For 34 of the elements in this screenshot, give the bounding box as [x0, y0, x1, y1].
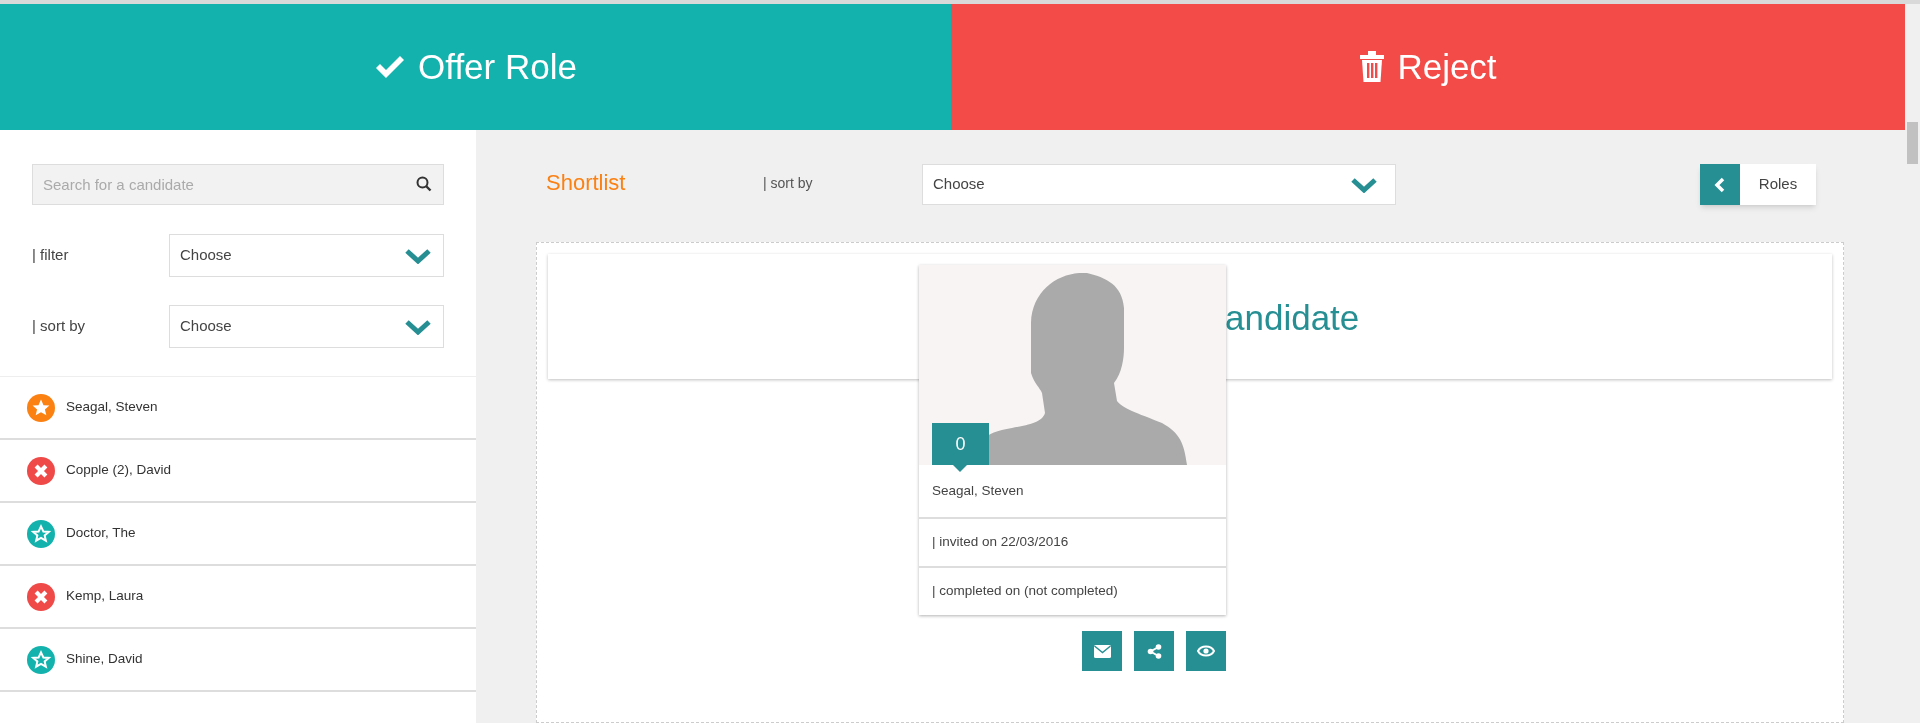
badge-pointer: [953, 465, 967, 472]
filter-label: | filter: [32, 245, 70, 266]
reject-button[interactable]: Reject: [951, 4, 1905, 130]
trash-icon: [1359, 51, 1386, 83]
sort-dropdown[interactable]: Choose: [169, 305, 444, 348]
candidate-list-item[interactable]: Doctor, The: [0, 503, 476, 566]
sort-label: | sort by: [763, 174, 814, 193]
view-button[interactable]: [1186, 631, 1226, 671]
completed-date: | completed on (not completed): [932, 582, 1118, 601]
search-icon: [416, 176, 432, 192]
search-field[interactable]: Search for a candidate: [32, 164, 444, 205]
email-button[interactable]: [1082, 631, 1122, 671]
score-badge: 0: [932, 423, 989, 465]
candidate-name: Seagal, Steven: [932, 481, 1024, 500]
invited-date: | invited on 22/03/2016: [932, 533, 1069, 552]
chevron-down-icon: [405, 247, 431, 264]
chevron-down-icon: [405, 318, 431, 335]
sort-label: | sort by: [32, 316, 87, 337]
eye-icon: [1197, 645, 1215, 657]
candidate-list-item[interactable]: Shine, David: [0, 629, 476, 692]
roles-button[interactable]: Roles: [1700, 164, 1816, 205]
check-icon: [374, 53, 407, 81]
panel-heading: andidate: [1225, 297, 1360, 340]
sort-dropdown[interactable]: Choose: [922, 164, 1396, 205]
candidate-list-item[interactable]: Copple (2), David: [0, 440, 476, 503]
candidate-list-item[interactable]: Seagal, Steven: [0, 377, 476, 440]
share-button[interactable]: [1134, 631, 1174, 671]
candidate-list-item[interactable]: Kemp, Laura: [0, 566, 476, 629]
chevron-down-icon: [1351, 176, 1377, 193]
share-icon: [1146, 643, 1162, 659]
envelope-icon: [1093, 644, 1111, 658]
shortlist-title: Shortlist: [546, 169, 627, 197]
back-icon: [1700, 164, 1740, 205]
filter-dropdown[interactable]: Choose: [169, 234, 444, 277]
